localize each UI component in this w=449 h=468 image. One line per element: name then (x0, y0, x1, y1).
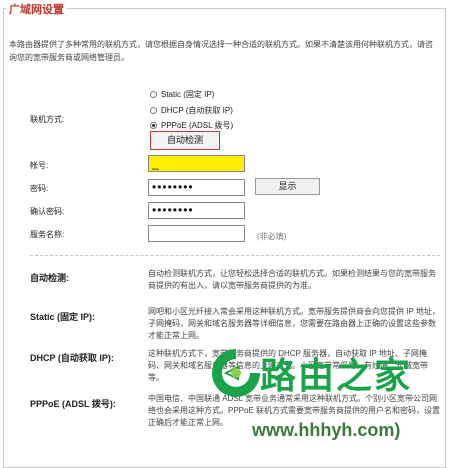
service-name-input[interactable] (148, 225, 245, 242)
radio-dhcp[interactable]: DHCP (自动获取 IP) (150, 105, 233, 116)
radio-dhcp-circle[interactable] (150, 107, 157, 114)
radio-pppoe[interactable]: PPPoE (ADSL 拨号) (150, 120, 233, 131)
help-label-static: Static (固定 IP): (30, 312, 96, 322)
watermark-name: 路由之家 (260, 355, 413, 396)
intro-text: 本路由器提供了多种常用的联机方式，请您根据自身情况选择一种合适的联机方式。如果不… (9, 40, 433, 62)
password-input[interactable]: •••••••• (148, 179, 245, 196)
connection-label: 联机方式: (30, 115, 65, 124)
confirm-password-input[interactable]: •••••••• (148, 202, 245, 219)
divider (30, 255, 440, 257)
help-label-auto: 自动检测: (30, 273, 69, 283)
radio-dhcp-label: DHCP (自动获取 IP) (161, 106, 233, 115)
watermark-logo: 路由之家 (206, 343, 446, 413)
account-input[interactable]: _ (148, 155, 245, 172)
service-name-label: 服务名称: (30, 230, 65, 239)
radio-static[interactable]: Static (固定 IP) (150, 89, 214, 100)
help-text-auto: 自动检测联机方式，让您轻松选择合适的联机方式。如果检测结果与您的宽带服务商提供的… (148, 269, 436, 290)
router-logo-icon (212, 349, 260, 397)
service-name-hint: (非必填) (257, 232, 287, 241)
auto-detect-button[interactable]: 自动检测 (150, 131, 220, 150)
confirm-password-label: 确认密码: (30, 207, 65, 216)
show-password-button[interactable]: 显示 (255, 178, 320, 195)
radio-static-circle[interactable] (150, 91, 157, 98)
radio-pppoe-label: PPPoE (ADSL 拨号) (161, 121, 234, 130)
help-text-static: 网吧和小区光纤接入常会采用这种联机方式。宽带服务提供商会向您提供 IP 地址，子… (148, 307, 440, 340)
radio-static-label: Static (固定 IP) (161, 90, 215, 99)
watermark-url: www.hhhyh.com) (252, 420, 401, 440)
help-label-pppoe: PPPoE (ADSL 拨号): (30, 399, 116, 409)
help-label-dhcp: DHCP (自动获取 IP): (30, 353, 114, 363)
password-label: 密码: (30, 184, 49, 193)
account-label: 帐号: (30, 161, 49, 170)
section-title: 广域网设置 (6, 1, 67, 17)
radio-pppoe-circle[interactable] (150, 122, 157, 129)
